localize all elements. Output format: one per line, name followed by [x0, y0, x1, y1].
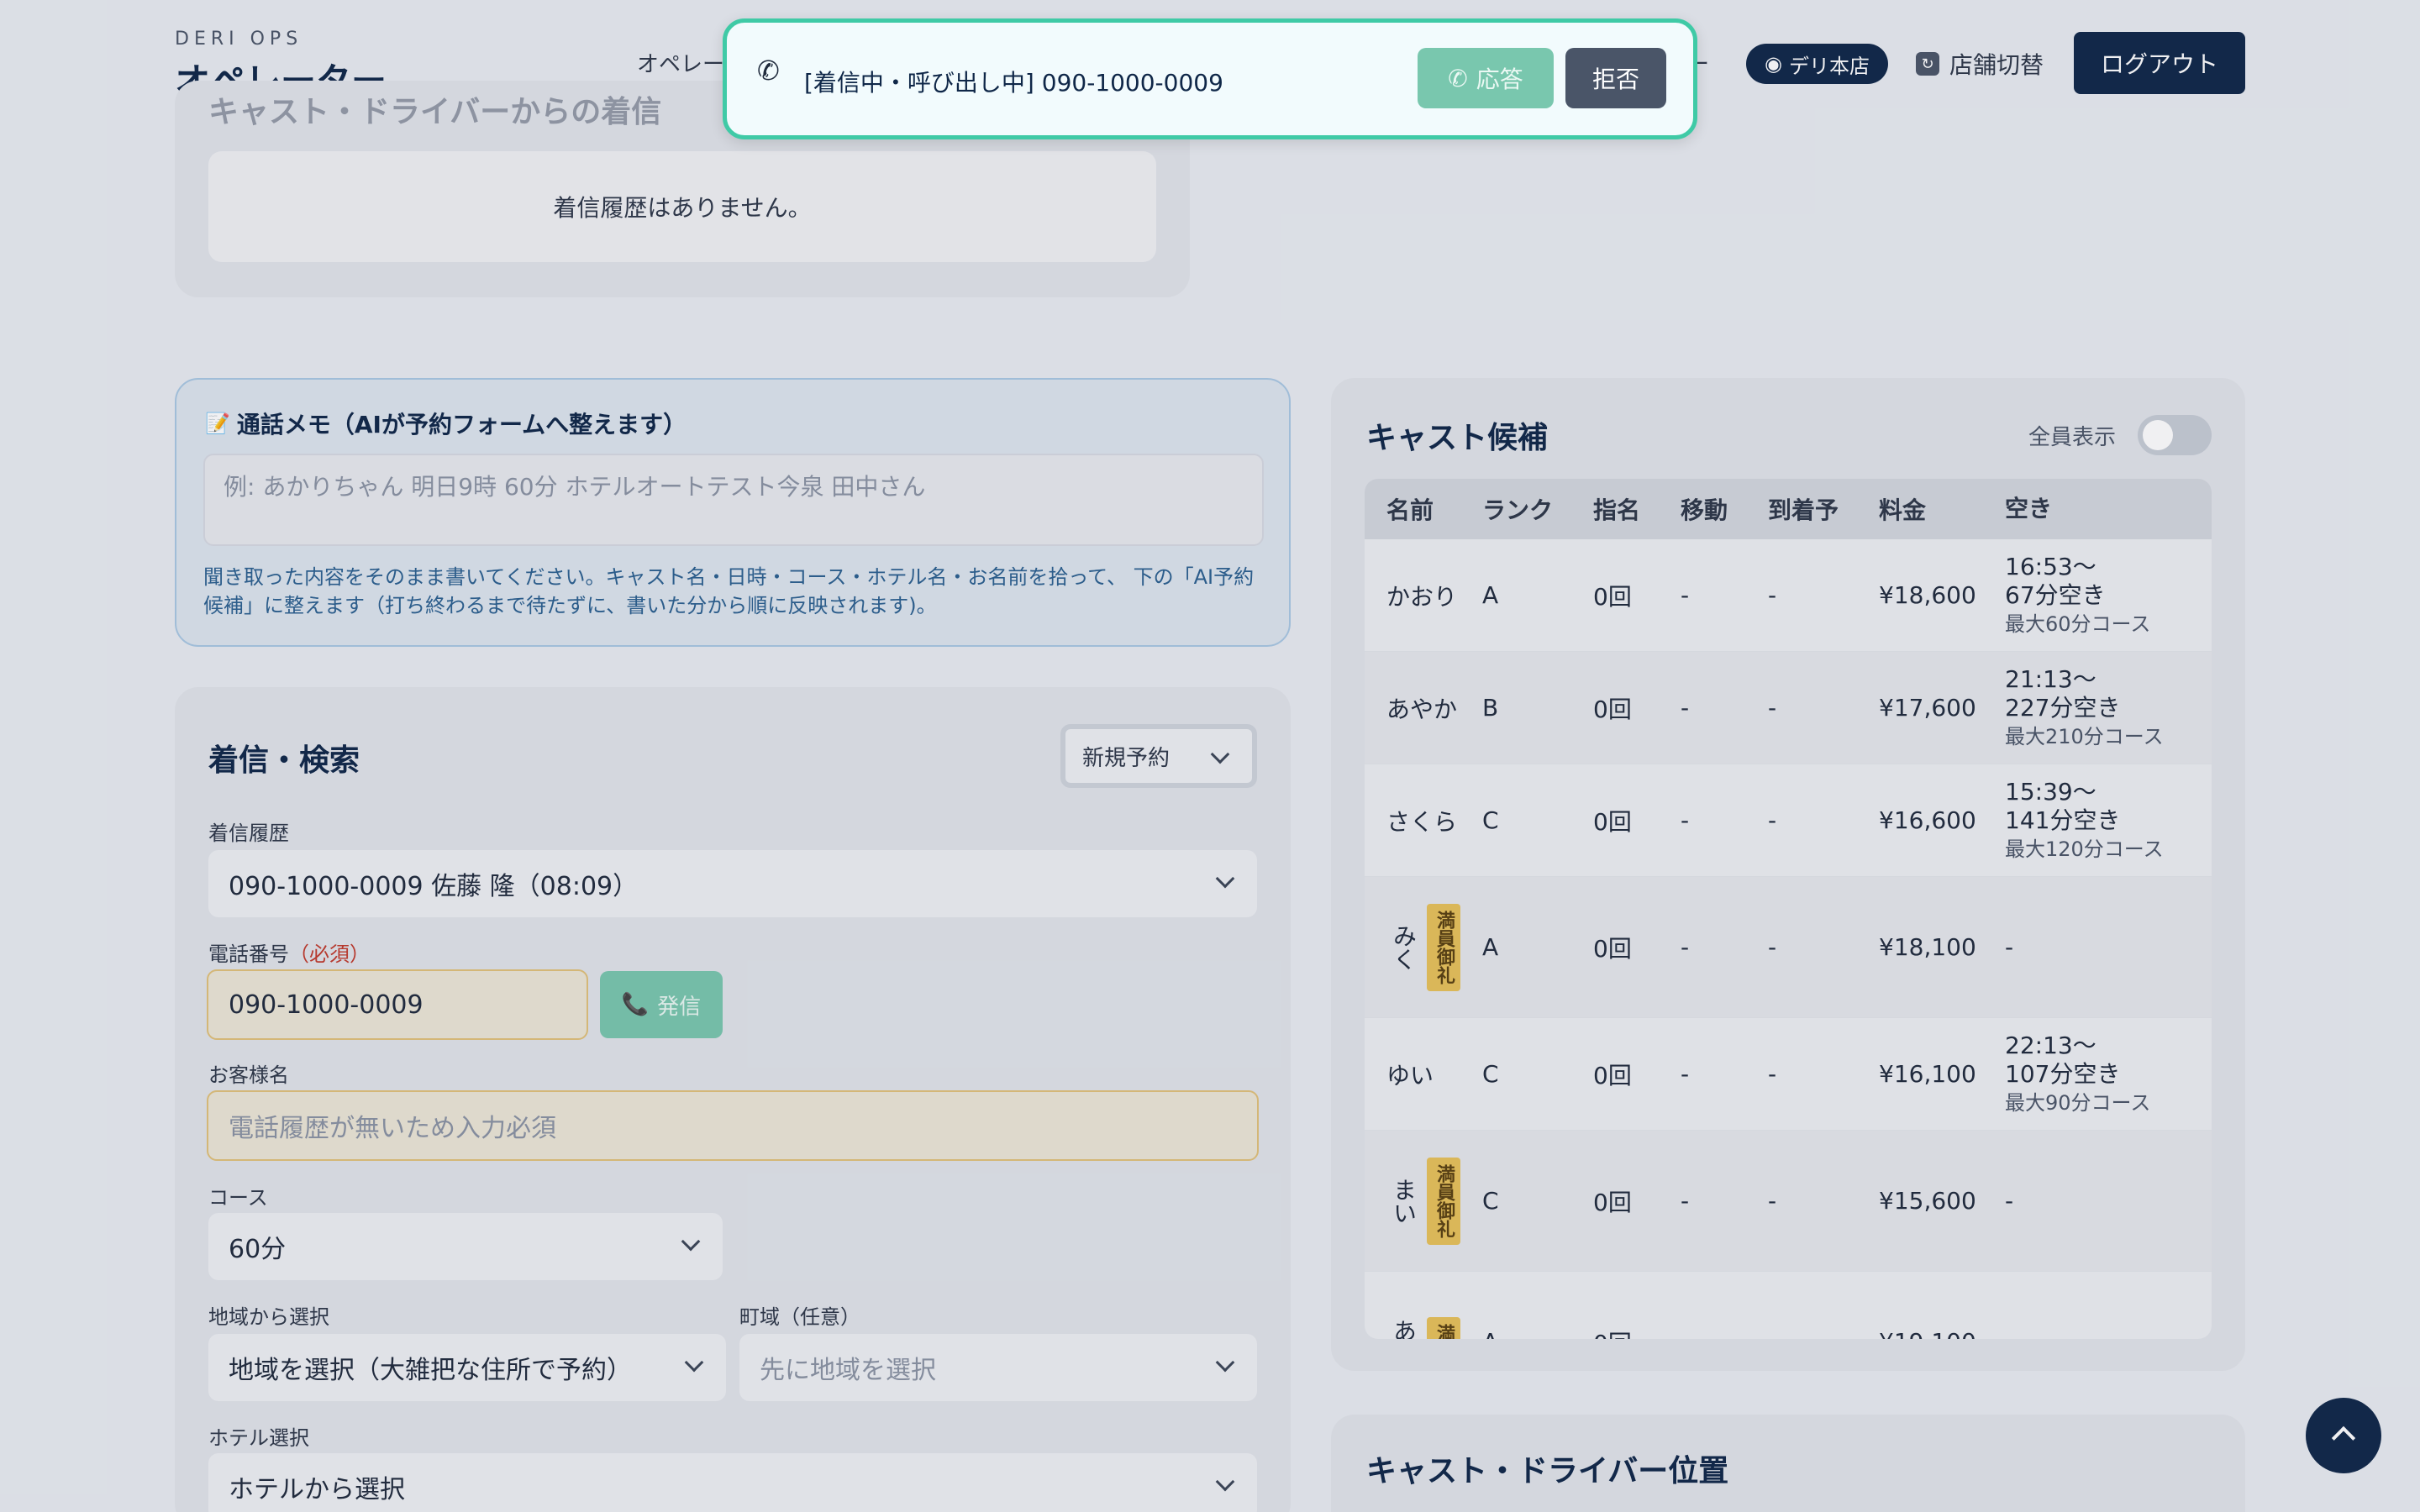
operator-page: DERI OPS オペレーター オペレー ー ◉ デリ本店 ↻ 店舗切替 ログア… — [0, 0, 2420, 1512]
phone-icon: ✆ — [757, 55, 780, 87]
incoming-call-banner: ✆ [着信中・呼び出し中] 090-1000-0009 ✆ 応答 拒否 — [723, 18, 1697, 139]
reject-button[interactable]: 拒否 — [1565, 48, 1666, 108]
answer-button-label: 応答 — [1476, 66, 1523, 93]
incoming-call-text: [着信中・呼び出し中] 090-1000-0009 — [804, 69, 1223, 97]
answer-button[interactable]: ✆ 応答 — [1418, 48, 1554, 108]
modal-overlay — [0, 0, 2420, 1512]
phone-icon: ✆ — [1448, 64, 1468, 92]
